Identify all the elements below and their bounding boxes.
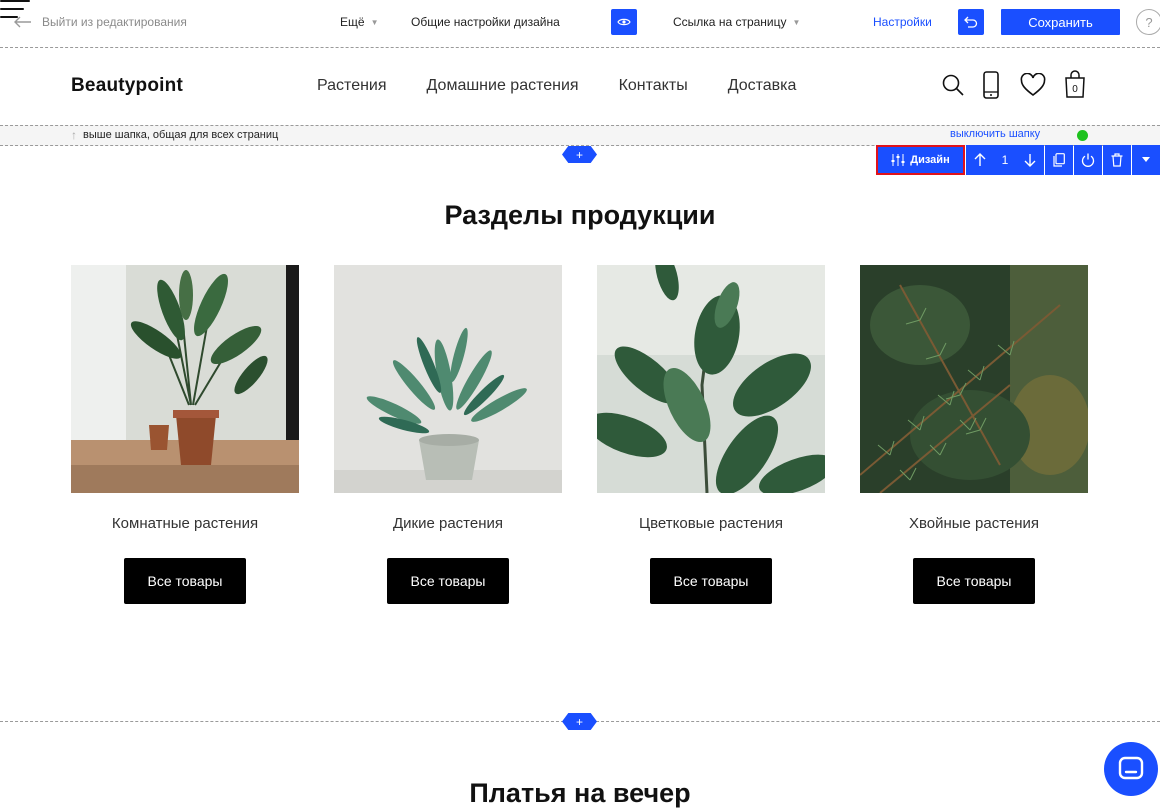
nav-item-contacts[interactable]: Контакты: [619, 77, 688, 95]
block-design-button[interactable]: Дизайн: [876, 145, 965, 175]
nav-item-delivery[interactable]: Доставка: [728, 77, 797, 95]
more-label: Ещё: [340, 15, 365, 29]
add-block-button[interactable]: +: [562, 146, 597, 163]
eye-icon: [617, 18, 631, 26]
save-button[interactable]: Сохранить: [1001, 9, 1120, 35]
all-products-button[interactable]: Все товары: [124, 558, 246, 604]
design-settings-label: Общие настройки дизайна: [411, 15, 560, 29]
block-position: 1: [1001, 153, 1009, 167]
main-nav: Растения Домашние растения Контакты Дост…: [317, 77, 836, 95]
category-name: Хвойные растения: [908, 515, 1040, 532]
caret-down-icon: [1142, 157, 1150, 162]
delete-block-button[interactable]: [1103, 145, 1131, 175]
section-title: Разделы продукции: [444, 200, 716, 230]
category-card: Комнатные растения Все товары: [71, 265, 299, 604]
category-card: Цветковые растения Все товары: [597, 265, 825, 604]
caret-down-icon: ▼: [792, 17, 801, 27]
sliders-icon: [891, 154, 905, 166]
category-image[interactable]: [597, 265, 825, 493]
page-link-dropdown[interactable]: Ссылка на страницу ▼: [673, 12, 800, 32]
editor-toolbar: Выйти из редактирования Ещё ▼ Общие наст…: [0, 0, 1160, 48]
header-status-dot: [1077, 130, 1088, 141]
trash-icon: [1111, 153, 1123, 167]
category-card: Дикие растения Все товары: [334, 265, 562, 604]
header-info-strip: ↑ выше шапка, общая для всех страниц вык…: [0, 125, 1160, 146]
category-name: Комнатные растения: [111, 515, 259, 532]
help-button[interactable]: ?: [1136, 9, 1160, 35]
phone-icon[interactable]: [982, 71, 1000, 99]
arrow-up-icon[interactable]: [974, 153, 986, 167]
category-image[interactable]: [71, 265, 299, 493]
chat-icon: [1118, 756, 1144, 780]
undo-icon: [964, 16, 978, 28]
category-image[interactable]: [860, 265, 1088, 493]
settings-label: Настройки: [873, 15, 932, 29]
power-icon: [1081, 153, 1095, 167]
site-header: Beautypoint Растения Домашние растения К…: [0, 49, 1160, 125]
header-note: ↑ выше шапка, общая для всех страниц: [71, 128, 278, 142]
category-card: Хвойные растения Все товары: [860, 265, 1088, 604]
chat-button[interactable]: [1104, 742, 1158, 796]
arrow-up-icon: ↑: [71, 128, 77, 142]
disable-header-link[interactable]: выключить шапку: [950, 128, 1040, 140]
all-products-button[interactable]: Все товары: [387, 558, 509, 604]
copy-icon: [1053, 153, 1065, 167]
preview-button[interactable]: [611, 9, 637, 35]
toggle-block-button[interactable]: [1074, 145, 1102, 175]
caret-down-icon: ▼: [370, 17, 379, 27]
exit-editing-link[interactable]: Выйти из редактирования: [14, 12, 187, 32]
heart-icon[interactable]: [1020, 73, 1046, 97]
nav-item-plants[interactable]: Растения: [317, 77, 387, 95]
toolbar-divider: [0, 47, 1160, 48]
section-title: Платья на вечер: [469, 778, 691, 808]
settings-link[interactable]: Настройки: [873, 12, 932, 32]
copy-block-button[interactable]: [1045, 145, 1073, 175]
block-move-controls: 1: [966, 145, 1044, 175]
cart-count: 0: [1072, 84, 1078, 95]
add-block-button[interactable]: +: [562, 713, 597, 730]
exit-editing-label: Выйти из редактирования: [42, 15, 187, 29]
arrow-left-icon: [14, 16, 31, 28]
more-dropdown[interactable]: Ещё ▼: [340, 12, 378, 32]
all-products-button[interactable]: Все товары: [913, 558, 1035, 604]
site-logo[interactable]: Beautypoint: [71, 75, 183, 97]
block-design-label: Дизайн: [910, 154, 950, 166]
category-image[interactable]: [334, 265, 562, 493]
undo-button[interactable]: [958, 9, 984, 35]
design-settings-link[interactable]: Общие настройки дизайна: [411, 12, 560, 32]
block-more-button[interactable]: [1132, 145, 1160, 175]
category-name: Дикие растения: [392, 515, 503, 532]
block-toolbar: Дизайн 1: [876, 145, 1160, 175]
nav-item-house-plants[interactable]: Домашние растения: [427, 77, 579, 95]
cart-icon[interactable]: 0: [1064, 69, 1086, 99]
header-note-text: выше шапка, общая для всех страниц: [83, 129, 279, 141]
all-products-button[interactable]: Все товары: [650, 558, 772, 604]
search-icon[interactable]: [941, 73, 965, 97]
arrow-down-icon[interactable]: [1024, 153, 1036, 167]
page-link-label: Ссылка на страницу: [673, 15, 787, 29]
category-name: Цветковые растения: [639, 515, 783, 532]
